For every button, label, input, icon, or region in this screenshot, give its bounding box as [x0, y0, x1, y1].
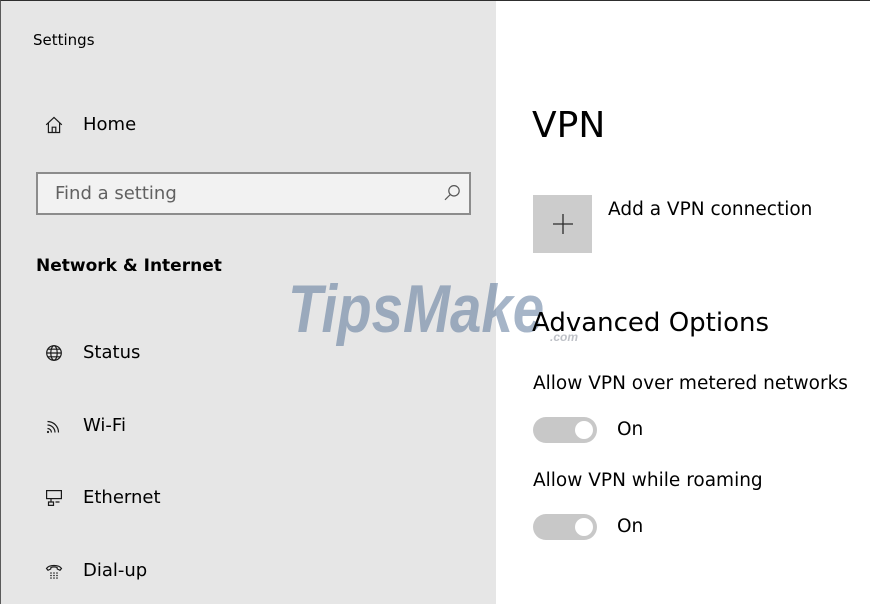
- advanced-options-heading: Advanced Options: [532, 308, 770, 338]
- plus-icon: [553, 214, 573, 234]
- nav-item-label: Wi-Fi: [83, 415, 126, 436]
- window-title: Settings: [33, 31, 95, 49]
- page-title: VPN: [532, 105, 606, 146]
- search-box: [36, 172, 471, 215]
- nav-item-label: Dial-up: [83, 560, 148, 581]
- roaming-label: Allow VPN while roaming: [533, 470, 763, 491]
- settings-window: Settings Home Network & Internet Status: [0, 0, 870, 604]
- search-icon[interactable]: [443, 184, 461, 202]
- home-icon: [45, 116, 63, 134]
- nav-item-status[interactable]: Status: [0, 329, 496, 377]
- option-metered-networks: Allow VPN over metered networks On: [533, 372, 870, 452]
- roaming-toggle[interactable]: [533, 514, 597, 540]
- metered-networks-label: Allow VPN over metered networks: [533, 373, 848, 394]
- nav-item-ethernet[interactable]: Ethernet: [0, 474, 496, 522]
- option-roaming: Allow VPN while roaming On: [533, 469, 870, 549]
- roaming-toggle-knob: [575, 518, 593, 536]
- roaming-state: On: [617, 516, 644, 537]
- nav-item-dial-up[interactable]: Dial-up: [0, 547, 496, 595]
- nav-home-label: Home: [83, 114, 137, 135]
- metered-networks-state: On: [617, 419, 644, 440]
- sidebar: Settings Home Network & Internet Status: [0, 0, 496, 604]
- metered-networks-toggle-knob: [575, 421, 593, 439]
- add-vpn-tile: [533, 195, 592, 253]
- nav-home[interactable]: Home: [0, 101, 496, 149]
- search-input[interactable]: [36, 172, 471, 215]
- nav-item-label: Ethernet: [83, 487, 161, 508]
- main-content: VPN Add a VPN connection Advanced Option…: [496, 0, 870, 604]
- ethernet-icon: [46, 490, 63, 506]
- add-vpn-label: Add a VPN connection: [608, 199, 813, 220]
- nav-item-label: Status: [83, 342, 141, 363]
- nav-item-wifi[interactable]: Wi-Fi: [0, 402, 496, 450]
- wifi-icon: [46, 420, 60, 434]
- add-vpn-connection-button[interactable]: Add a VPN connection: [533, 195, 823, 253]
- globe-icon: [46, 345, 62, 361]
- section-title: Network & Internet: [36, 256, 222, 276]
- dial-up-icon: [45, 564, 63, 579]
- metered-networks-toggle[interactable]: [533, 417, 597, 443]
